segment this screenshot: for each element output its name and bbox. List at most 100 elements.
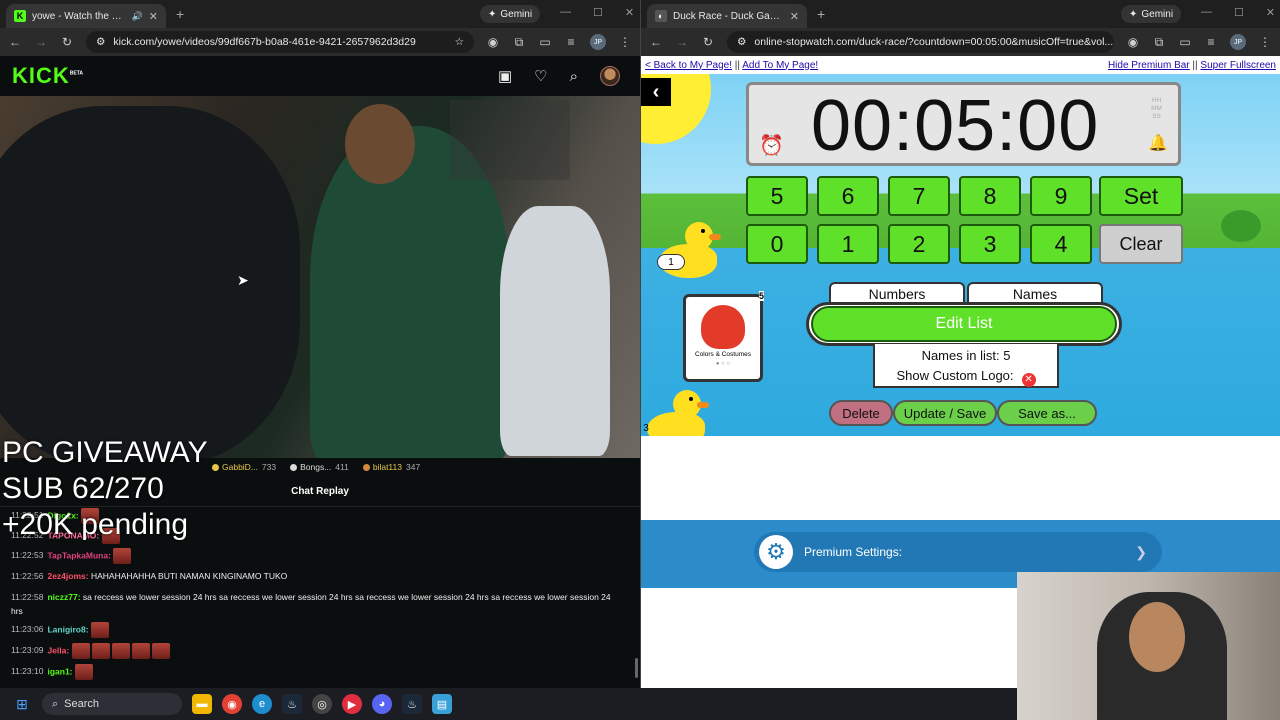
- file-explorer-icon[interactable]: ▬: [192, 694, 212, 714]
- edge-icon[interactable]: e: [252, 694, 272, 714]
- leader-2[interactable]: Bongs... 411: [290, 462, 349, 472]
- site-info-icon[interactable]: ⚙: [737, 36, 746, 48]
- leader-3[interactable]: bilat113 347: [362, 462, 420, 472]
- reload-icon[interactable]: ↻: [60, 35, 74, 49]
- leader-1[interactable]: GabbiD... 733: [212, 462, 276, 472]
- key-0[interactable]: 0: [746, 224, 808, 264]
- tab-numbers[interactable]: Numbers: [829, 282, 965, 304]
- forward-icon[interactable]: →: [675, 35, 689, 49]
- notepad-icon[interactable]: ▤: [432, 694, 452, 714]
- chat-username[interactable]: TapTapkaMuna:: [47, 550, 110, 560]
- extensions-icon[interactable]: ⧉: [1152, 35, 1166, 50]
- set-button[interactable]: Set: [1099, 176, 1183, 216]
- user-avatar[interactable]: [600, 66, 620, 86]
- gear-icon[interactable]: ⚙: [759, 535, 793, 569]
- kick-logo[interactable]: KICKBETA: [12, 63, 83, 89]
- gemini-button[interactable]: ✦ Gemini: [480, 5, 541, 23]
- premium-settings-bar[interactable]: Premium Settings: ❯: [754, 532, 1162, 572]
- key-3[interactable]: 3: [959, 224, 1021, 264]
- search-label: Search: [64, 698, 100, 710]
- video-player[interactable]: [0, 96, 640, 458]
- back-arrow-button[interactable]: ‹: [641, 78, 671, 106]
- taskbar-search[interactable]: ⌕ Search: [42, 693, 182, 715]
- minimize-icon[interactable]: —: [1201, 6, 1212, 19]
- follow-heart-icon[interactable]: ♡: [534, 67, 547, 85]
- chat-username[interactable]: igan1:: [47, 666, 72, 676]
- delete-button[interactable]: Delete: [829, 400, 893, 426]
- maximize-icon[interactable]: ☐: [1234, 6, 1244, 19]
- key-9[interactable]: 9: [1030, 176, 1092, 216]
- super-fullscreen-link[interactable]: Super Fullscreen: [1200, 60, 1276, 71]
- close-tab-icon[interactable]: ✕: [790, 10, 799, 23]
- search-icon[interactable]: ⌕: [570, 68, 578, 85]
- chat-username[interactable]: niczz77:: [47, 592, 80, 602]
- save-as-button[interactable]: Save as...: [997, 400, 1097, 426]
- bookmark-star-icon[interactable]: ☆: [455, 36, 464, 48]
- address-bar[interactable]: ⚙ kick.com/yowe/videos/99df667b-b0a8-461…: [86, 31, 474, 53]
- key-2[interactable]: 2: [888, 224, 950, 264]
- close-tab-icon[interactable]: ✕: [149, 10, 158, 23]
- close-window-icon[interactable]: ✕: [625, 6, 634, 19]
- start-icon[interactable]: ⊞: [12, 694, 32, 714]
- key-5[interactable]: 5: [746, 176, 808, 216]
- key-4[interactable]: 4: [1030, 224, 1092, 264]
- chat-username[interactable]: Lanigiro8:: [47, 624, 88, 634]
- forward-icon[interactable]: →: [34, 35, 48, 49]
- key-6[interactable]: 6: [817, 176, 879, 216]
- shield-icon[interactable]: ◉: [1126, 35, 1140, 49]
- profile-avatar[interactable]: JP: [590, 34, 606, 50]
- media-icon[interactable]: ≡: [1204, 35, 1218, 49]
- gemini-button[interactable]: ✦ Gemini: [1121, 5, 1182, 23]
- clear-button[interactable]: Clear: [1099, 224, 1183, 264]
- chat-username[interactable]: Jella:: [47, 645, 69, 655]
- update-save-button[interactable]: Update / Save: [893, 400, 997, 426]
- menu-icon[interactable]: ⋮: [1258, 35, 1272, 49]
- colors-costumes-card[interactable]: Colors & Costumes ● ○ ○ 5: [683, 291, 764, 382]
- site-info-icon[interactable]: ⚙: [96, 36, 105, 48]
- steam-icon[interactable]: ♨: [402, 694, 422, 714]
- kick-browser-window: K yowe - Watch the VOD on 🔊 ✕ + ✦ Gemini…: [0, 0, 640, 688]
- profile-avatar[interactable]: JP: [1230, 34, 1246, 50]
- discord-icon[interactable]: ◕: [372, 694, 392, 714]
- chat-scrollbar[interactable]: [635, 658, 638, 678]
- tab-duck-race[interactable]: ◐ Duck Race - Duck Games ✕: [647, 4, 807, 28]
- custom-logo-toggle-icon[interactable]: ✕: [1021, 373, 1036, 387]
- reload-icon[interactable]: ↻: [701, 35, 715, 49]
- bell-icon[interactable]: 🔔: [1148, 133, 1168, 153]
- clips-icon[interactable]: ▣: [498, 67, 512, 85]
- tab-names[interactable]: Names: [967, 282, 1103, 304]
- media-icon[interactable]: ≡: [564, 35, 578, 49]
- chrome-icon[interactable]: ◉: [222, 694, 242, 714]
- address-bar[interactable]: ⚙ online-stopwatch.com/duck-race/?countd…: [727, 31, 1114, 53]
- audio-icon[interactable]: 🔊: [132, 11, 143, 22]
- back-to-my-page-link[interactable]: < Back to My Page!: [645, 60, 732, 71]
- menu-icon[interactable]: ⋮: [618, 35, 632, 49]
- edit-list-button[interactable]: Edit List: [811, 306, 1117, 342]
- close-window-icon[interactable]: ✕: [1266, 6, 1275, 19]
- tab-kick[interactable]: K yowe - Watch the VOD on 🔊 ✕: [6, 4, 166, 28]
- app-icon[interactable]: ◎: [312, 694, 332, 714]
- key-7[interactable]: 7: [888, 176, 950, 216]
- media-player-icon[interactable]: ▶: [342, 694, 362, 714]
- new-tab-icon[interactable]: +: [817, 6, 825, 22]
- back-icon[interactable]: ←: [649, 35, 663, 49]
- new-tab-icon[interactable]: +: [176, 6, 184, 22]
- alarm-clock-icon[interactable]: ⏰: [759, 133, 784, 158]
- chat-message: 11:23:09 Jella:: [11, 643, 621, 659]
- chevron-down-icon[interactable]: ❯: [1135, 544, 1147, 561]
- maximize-icon[interactable]: ☐: [593, 6, 603, 19]
- key-1[interactable]: 1: [817, 224, 879, 264]
- hide-premium-bar-link[interactable]: Hide Premium Bar: [1108, 60, 1190, 71]
- extensions-icon[interactable]: ⧉: [512, 35, 526, 50]
- shield-icon[interactable]: ◉: [486, 35, 500, 49]
- carousel-dots[interactable]: ● ○ ○: [686, 361, 760, 367]
- chat-username[interactable]: 2ez4joms:: [47, 571, 88, 581]
- minimize-icon[interactable]: —: [560, 6, 571, 19]
- add-to-my-page-link[interactable]: Add To My Page!: [742, 60, 818, 71]
- back-icon[interactable]: ←: [8, 35, 22, 49]
- steam-icon[interactable]: ♨: [282, 694, 302, 714]
- cast-icon[interactable]: ▭: [1178, 35, 1192, 49]
- stream-overlay-chat: [450, 100, 570, 180]
- key-8[interactable]: 8: [959, 176, 1021, 216]
- cast-icon[interactable]: ▭: [538, 35, 552, 49]
